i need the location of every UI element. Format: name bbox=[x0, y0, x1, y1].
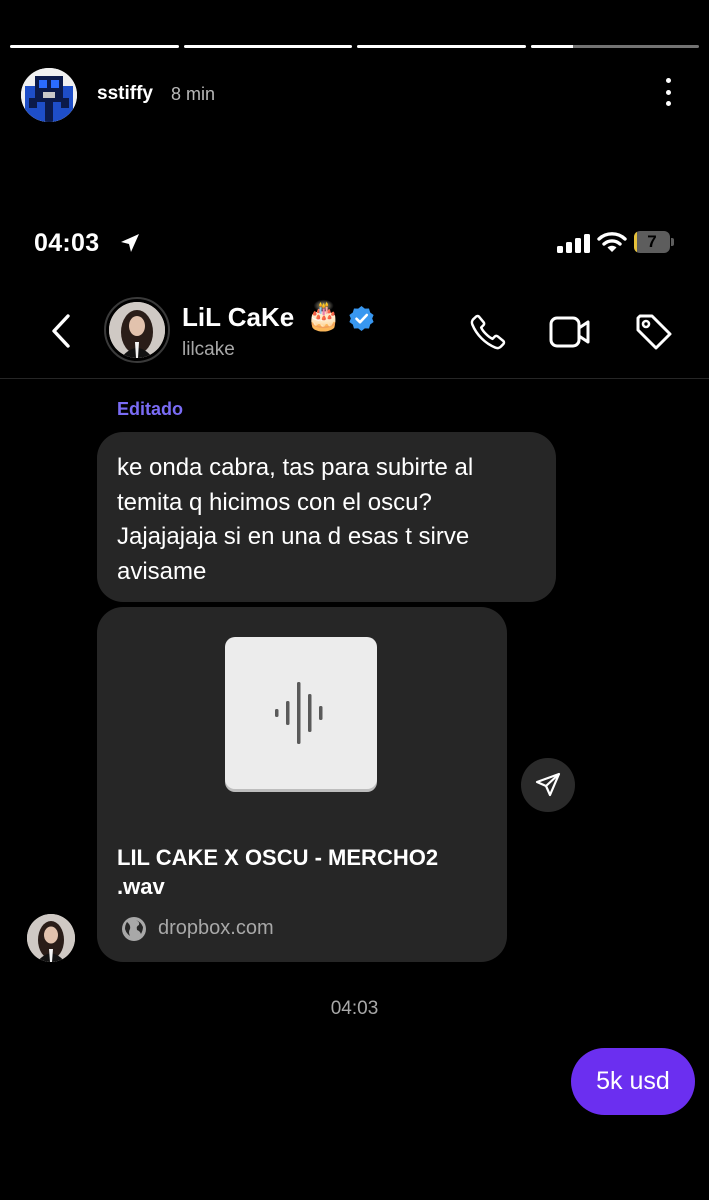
globe-icon bbox=[121, 916, 147, 947]
battery-level: 7 bbox=[647, 232, 657, 251]
video-icon[interactable] bbox=[548, 312, 592, 357]
contact-name[interactable]: LiL CaKe bbox=[182, 302, 294, 333]
sender-avatar[interactable] bbox=[27, 914, 75, 962]
story-username[interactable]: sstiffy bbox=[97, 83, 153, 105]
contact-handle: lilcake bbox=[182, 339, 235, 360]
received-message[interactable]: ke onda cabra, tas para subirte al temit… bbox=[97, 432, 556, 602]
status-time: 04:03 bbox=[34, 229, 100, 257]
sent-message[interactable]: 5k usd bbox=[571, 1048, 695, 1115]
cake-emoji: 🎂 bbox=[306, 300, 341, 331]
location-arrow-icon bbox=[118, 231, 142, 260]
link-domain: dropbox.com bbox=[158, 917, 274, 939]
link-title: LIL CAKE X OSCU - MERCHO2 .wav bbox=[117, 845, 439, 899]
link-preview-message[interactable]: LIL CAKE X OSCU - MERCHO2 .wav dropbox.c… bbox=[97, 607, 507, 962]
story-progress bbox=[10, 45, 699, 49]
story-progress-segment bbox=[530, 45, 699, 48]
audio-file-thumbnail bbox=[225, 637, 377, 789]
story-avatar[interactable] bbox=[21, 68, 77, 122]
story-progress-segment bbox=[357, 45, 526, 48]
verified-icon bbox=[348, 305, 375, 337]
back-icon[interactable] bbox=[48, 312, 74, 355]
more-icon[interactable] bbox=[658, 76, 678, 108]
tag-icon[interactable] bbox=[632, 310, 674, 357]
story-progress-segment bbox=[183, 45, 352, 48]
contact-avatar[interactable] bbox=[104, 297, 170, 363]
wifi-icon bbox=[597, 231, 627, 258]
message-timestamp: 04:03 bbox=[330, 998, 379, 1019]
header-divider bbox=[0, 378, 709, 379]
phone-icon[interactable] bbox=[468, 312, 508, 357]
story-progress-segment bbox=[10, 45, 179, 48]
battery-icon: 7 bbox=[634, 231, 674, 253]
story-time: 8 min bbox=[171, 84, 216, 104]
edited-label: Editado bbox=[117, 399, 183, 419]
audio-waveform-icon bbox=[275, 682, 323, 744]
signal-icon bbox=[557, 234, 591, 258]
share-icon[interactable] bbox=[521, 758, 575, 812]
